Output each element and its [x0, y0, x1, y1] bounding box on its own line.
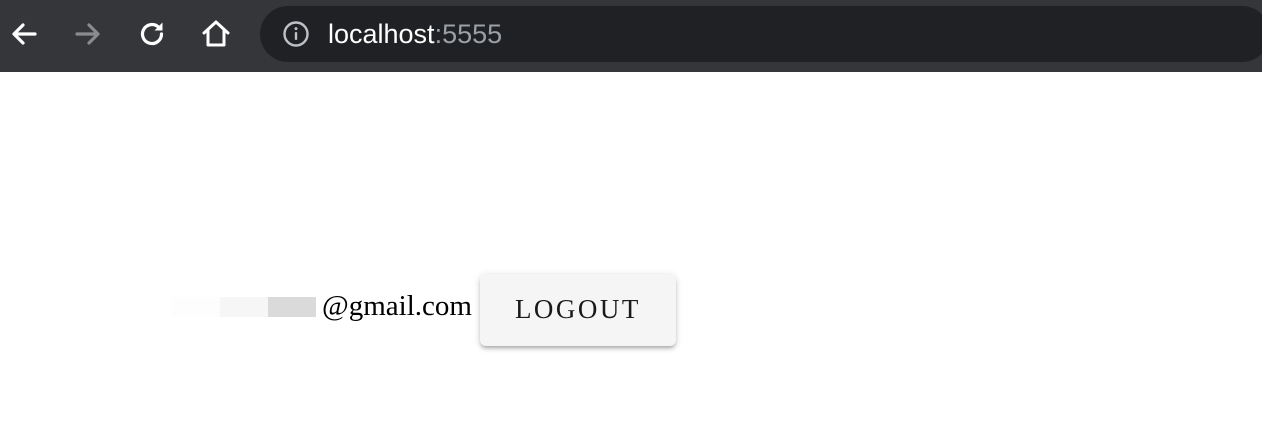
forward-button[interactable] [68, 14, 108, 54]
address-bar[interactable]: localhost:5555 [260, 6, 1262, 62]
info-circle-icon[interactable] [282, 20, 310, 48]
logout-button[interactable]: LOGOUT [479, 273, 676, 346]
back-button[interactable] [4, 14, 44, 54]
email-domain: @gmail.com [322, 289, 472, 322]
page-content: @gmail.com LOGOUT [0, 72, 1262, 446]
arrow-right-icon [75, 23, 100, 45]
redacted-email-user [172, 297, 316, 317]
reload-button[interactable] [132, 14, 172, 54]
reload-icon [140, 22, 164, 46]
user-info-row: @gmail.com LOGOUT [172, 272, 676, 346]
home-icon [202, 20, 230, 47]
arrow-left-icon [12, 23, 37, 45]
url-text[interactable]: localhost:5555 [328, 18, 502, 50]
home-button[interactable] [196, 14, 236, 54]
browser-toolbar: localhost:5555 [0, 0, 1262, 72]
url-port: :5555 [434, 19, 503, 49]
url-host: localhost [328, 19, 435, 49]
